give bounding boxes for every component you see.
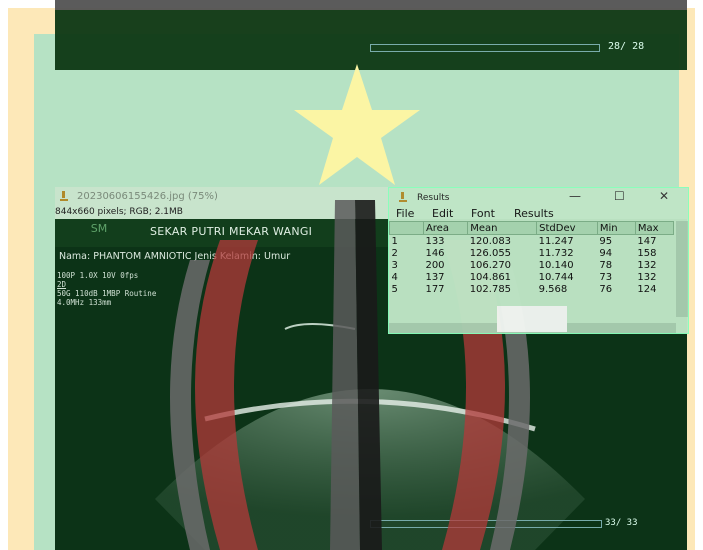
table-cell: 200	[425, 259, 445, 271]
image-frame-counter: 33/ 33	[605, 518, 638, 528]
table-cell: 2	[391, 247, 398, 259]
table-cell: 137	[425, 271, 445, 283]
column-header[interactable]: StdDev	[536, 221, 598, 235]
table-cell: 94	[599, 247, 613, 259]
table-cell: 120.083	[469, 235, 512, 247]
band-center	[330, 200, 360, 550]
column-header[interactable]: Max	[634, 221, 675, 235]
top-viewer: 28/ 28	[55, 0, 687, 70]
top-frame-slider[interactable]	[370, 44, 600, 52]
table-cell: 11.732	[538, 247, 574, 259]
results-table: Area Mean StdDev Min Max 1 133 120.083 11.2…	[389, 221, 675, 295]
band-left-red	[195, 240, 258, 550]
results-window: Results — ☐ ✕ File Edit Font Results Are…	[388, 187, 689, 334]
close-button[interactable]: ✕	[659, 189, 669, 203]
table-cell: 177	[425, 283, 445, 295]
results-menubar: File Edit Font Results	[389, 207, 688, 221]
table-cell: 78	[599, 259, 613, 271]
results-title: Results	[417, 193, 450, 203]
table-cell: 147	[637, 235, 657, 247]
table-row[interactable]: 3 200 106.270 10.140 78 132	[390, 259, 674, 271]
table-cell: 132	[637, 259, 657, 271]
minimize-button[interactable]: —	[569, 189, 581, 203]
vertical-scrollbar[interactable]	[676, 221, 688, 317]
table-cell: 133	[425, 235, 445, 247]
table-cell: 158	[637, 247, 657, 259]
menu-results[interactable]: Results	[514, 207, 554, 220]
table-cell: 102.785	[469, 283, 512, 295]
column-header[interactable]: Mean	[467, 221, 538, 235]
table-cell: 11.247	[538, 235, 574, 247]
table-cell: 1	[391, 235, 398, 247]
table-cell: 132	[637, 271, 657, 283]
table-cell: 124	[637, 283, 657, 295]
results-header-row: Area Mean StdDev Min Max	[389, 221, 675, 235]
star-icon	[294, 64, 420, 185]
table-cell: 106.270	[469, 259, 512, 271]
table-row[interactable]: 5 177 102.785 9.568 76 124	[390, 283, 674, 295]
top-frame-counter: 28/ 28	[608, 41, 645, 52]
table-cell: 9.568	[538, 283, 568, 295]
table-cell: 4	[391, 271, 398, 283]
table-cell: 146	[425, 247, 445, 259]
menu-file[interactable]: File	[396, 207, 414, 220]
table-cell: 10.744	[538, 271, 574, 283]
column-header[interactable]: Area	[422, 221, 469, 235]
top-viewer-strip	[55, 0, 687, 10]
table-cell: 10.140	[538, 259, 574, 271]
table-cell: 3	[391, 259, 398, 271]
column-header[interactable]	[389, 221, 424, 235]
table-row[interactable]: 4 137 104.861 10.744 73 132	[390, 271, 674, 283]
microscope-icon	[399, 192, 407, 202]
results-titlebar[interactable]: Results — ☐ ✕	[389, 188, 688, 206]
maximize-button[interactable]: ☐	[614, 189, 625, 203]
menu-edit[interactable]: Edit	[432, 207, 453, 220]
microscope-icon	[60, 191, 68, 201]
menu-font[interactable]: Font	[471, 207, 495, 220]
column-header[interactable]: Min	[596, 221, 636, 235]
table-cell: 73	[599, 271, 613, 283]
table-cell: 95	[599, 235, 613, 247]
table-cell: 76	[599, 283, 613, 295]
table-cell: 5	[391, 283, 398, 295]
table-row[interactable]: 2 146 126.055 11.732 94 158	[390, 247, 674, 259]
table-cell: 126.055	[469, 247, 512, 259]
table-cell: 104.861	[469, 271, 512, 283]
table-row[interactable]: 1 133 120.083 11.247 95 147	[390, 235, 674, 248]
overlay-block	[497, 306, 567, 332]
